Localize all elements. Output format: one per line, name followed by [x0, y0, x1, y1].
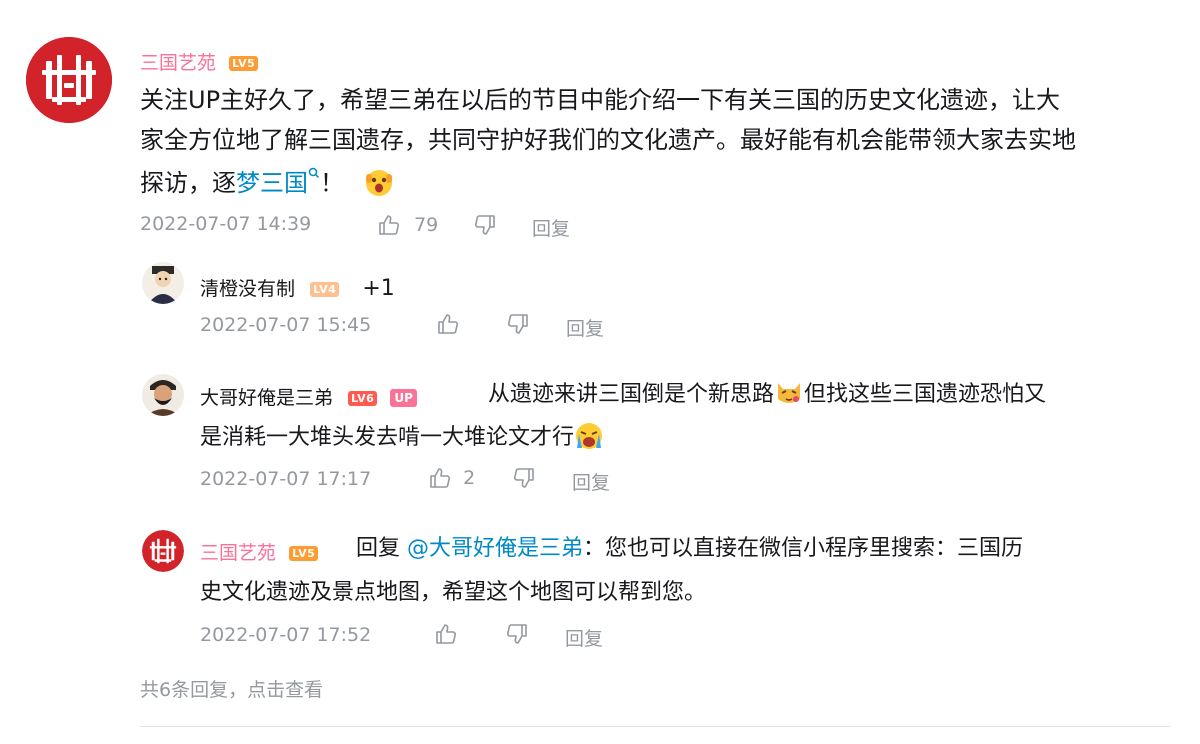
reply-text-line-2: 史文化遗迹及景点地图，希望这个地图可以帮到您。 [200, 580, 707, 605]
comment-text-pre: 探访，逐 [140, 169, 236, 197]
dislike-icon [474, 215, 495, 235]
level-badge: LV5 [229, 56, 259, 71]
timestamp: 2022-07-07 17:52 [200, 624, 372, 646]
divider [140, 726, 1170, 727]
mention-link[interactable]: @大哥好俺是三弟 [407, 536, 583, 561]
username[interactable]: 大哥好俺是三弟 [200, 387, 333, 409]
like-icon [379, 215, 400, 235]
reply-text-pre: 从遗迹来讲三国倒是个新思路 [488, 382, 775, 407]
like-icon [438, 314, 459, 334]
logo-icon [142, 530, 184, 572]
reply-text-line-1: 回复 @大哥好俺是三弟：您也可以直接在微信小程序里搜索：三国历 [356, 532, 1023, 566]
avatar-dage[interactable] [142, 374, 184, 416]
dislike-button[interactable] [506, 312, 530, 336]
dislike-icon [513, 468, 534, 488]
up-badge: UP [390, 389, 417, 407]
reply-text-line-1: 从遗迹来讲三国倒是个新思路 但找这些三国遗迹恐怕又 [488, 377, 1046, 412]
avatar-image [142, 262, 184, 304]
search-link[interactable]: 梦三国 [236, 169, 308, 197]
comment-header: 三国艺苑 LV5 [140, 48, 259, 75]
like-button[interactable] [434, 622, 458, 646]
username[interactable]: 三国艺苑 [200, 542, 276, 564]
timestamp: 2022-07-07 15:45 [200, 314, 372, 336]
dislike-icon [507, 314, 528, 334]
comment-text-line-2: 家全方位地了解三国遗存，共同守护好我们的文化遗产。最好能有机会能带领大家去实地 [140, 126, 1076, 154]
emoji-surprised [364, 169, 394, 197]
reply-text-post: 但找这些三国遗迹恐怕又 [804, 382, 1047, 407]
reply-button[interactable]: 回复 [566, 314, 604, 341]
dislike-icon [506, 624, 527, 644]
reply-button[interactable]: 回复 [572, 468, 610, 495]
avatar-qingcheng[interactable] [142, 262, 184, 304]
reply-text: 是消耗一大堆头发去啃一大堆论文才行 [200, 425, 575, 450]
timestamp: 2022-07-07 17:17 [200, 468, 372, 490]
reply-text: ：您也可以直接在微信小程序里搜索：三国历 [583, 536, 1024, 561]
dislike-button[interactable] [512, 466, 536, 490]
level-badge: LV6 [348, 391, 378, 406]
reply-text-line-2: 是消耗一大堆头发去啃一大堆论文才行 [200, 420, 604, 455]
level-badge: LV4 [310, 282, 340, 297]
reply-header: 三国艺苑 LV5 [200, 538, 319, 565]
emoji-crying [574, 423, 604, 450]
reply-button[interactable]: 回复 [532, 214, 570, 241]
reply-button[interactable]: 回复 [565, 624, 603, 651]
reply-text: +1 [362, 276, 395, 301]
reply-header: 清橙没有制 LV4 +1 [200, 272, 395, 306]
username[interactable]: 三国艺苑 [140, 52, 216, 74]
timestamp: 2022-07-07 14:39 [140, 213, 312, 235]
search-icon[interactable] [308, 167, 320, 197]
level-badge: LV5 [289, 546, 319, 561]
like-button[interactable]: 2 [428, 466, 475, 490]
like-button[interactable]: 79 [377, 213, 438, 237]
comment-text-post: ！ [320, 169, 344, 197]
comment-text-line-1: 关注UP主好久了，希望三弟在以后的节目中能介绍一下有关三国的历史文化遗迹，让大 [140, 86, 1061, 114]
avatar-image [142, 374, 184, 416]
reply-header: 大哥好俺是三弟 LV6 UP [200, 383, 417, 410]
logo-icon [26, 37, 112, 123]
dislike-button[interactable] [473, 213, 497, 237]
comment-meta: 2022-07-07 14:39 [140, 213, 311, 235]
avatar-sanguoyiyuan[interactable] [26, 37, 112, 123]
dislike-button[interactable] [505, 622, 529, 646]
like-count: 2 [463, 467, 476, 489]
comment-text-line-3: 探访，逐梦三国 ！ [140, 163, 394, 203]
avatar-sanguoyiyuan[interactable] [142, 530, 184, 572]
view-more-replies-link[interactable]: 共6条回复，点击查看 [140, 675, 323, 702]
like-button[interactable] [436, 312, 460, 336]
like-icon [430, 468, 451, 488]
reply-prefix: 回复 [356, 536, 401, 561]
username[interactable]: 清橙没有制 [200, 278, 295, 300]
emoji-cat [774, 382, 804, 407]
like-icon [436, 624, 457, 644]
like-count: 79 [414, 214, 439, 236]
